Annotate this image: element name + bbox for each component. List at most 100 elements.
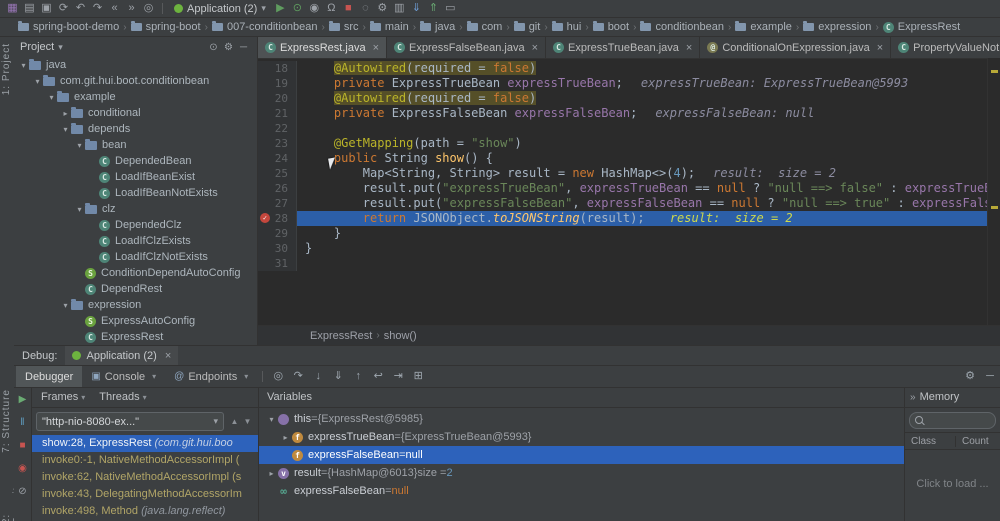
breadcrumb-item[interactable]: conditionbean <box>640 21 724 33</box>
step-over-icon[interactable]: ↷ <box>288 366 308 387</box>
breadcrumb-item[interactable]: java <box>420 21 455 33</box>
collapse-icon[interactable]: » <box>910 392 916 403</box>
tree-item[interactable]: ▸conditional <box>14 105 257 121</box>
pause-button[interactable]: ‖ <box>15 416 31 430</box>
hide-panel-icon[interactable]: ─ <box>236 42 251 53</box>
stop-button[interactable]: ■ <box>15 439 31 453</box>
code-text[interactable]: return JSONObject.toJSONString(result); … <box>297 211 1000 226</box>
frame-row[interactable]: show:28, ExpressRest (com.git.hui.boo <box>32 435 258 452</box>
profiler-icon[interactable]: Ω <box>323 0 340 17</box>
terminal-icon[interactable]: ▭ <box>442 0 459 17</box>
step-out-icon[interactable]: ↑ <box>348 366 368 387</box>
tree-item[interactable]: ▾bean <box>14 137 257 153</box>
code-text[interactable]: @Autowired(required = false) <box>297 91 1000 106</box>
tree-item[interactable]: CExpressRest <box>14 329 257 345</box>
warning-mark[interactable] <box>991 70 998 73</box>
settings-icon[interactable]: ⚙ <box>221 42 236 53</box>
debug-tab-endpoints[interactable]: @Endpoints▾ <box>165 366 257 387</box>
debug-tab-console[interactable]: ▣Console▾ <box>82 366 165 387</box>
code-area[interactable]: 18 @Autowired(required = false)19 privat… <box>258 58 1000 326</box>
vcs-push-icon[interactable]: ⇑ <box>425 0 442 17</box>
breadcrumb-item[interactable]: src <box>329 21 359 33</box>
tree-item[interactable]: ▾expression <box>14 297 257 313</box>
next-frame-icon[interactable]: ▼ <box>241 417 254 426</box>
undo-icon[interactable]: ↶ <box>72 0 89 17</box>
code-text[interactable]: } <box>297 226 1000 241</box>
evaluate-expression-icon[interactable]: ⊞ <box>408 366 428 387</box>
tree-toggle-icon[interactable]: ▾ <box>18 61 29 70</box>
thread-selector[interactable]: "http-nio-8080-ex..." ▾ <box>36 412 224 431</box>
chevron-down-icon[interactable]: ▾ <box>58 42 63 53</box>
tree-item[interactable]: CDependedClz <box>14 217 257 233</box>
close-icon[interactable]: × <box>373 42 379 54</box>
tool-window-button-project[interactable]: 1: Project <box>1 43 12 95</box>
open-icon[interactable]: ▤ <box>21 0 38 17</box>
code-text[interactable]: @Autowired(required = false) <box>297 61 1000 76</box>
tree-item[interactable]: ▾depends <box>14 121 257 137</box>
code-text[interactable]: @GetMapping(path = "show") <box>297 136 1000 151</box>
editor-breadcrumb-item[interactable]: show() <box>384 330 417 342</box>
editor-tab[interactable]: CExpressRest.java× <box>258 37 387 58</box>
tree-toggle-icon[interactable]: ▾ <box>74 205 85 214</box>
variable-row[interactable]: fexpressFalseBean = null <box>259 446 904 464</box>
breadcrumb-item[interactable]: hui <box>552 21 582 33</box>
editor-breadcrumb-item[interactable]: ExpressRest <box>310 330 372 342</box>
vcs-update-icon[interactable]: ⇓ <box>408 0 425 17</box>
step-into-icon[interactable]: ↓ <box>308 366 328 387</box>
close-icon[interactable]: × <box>686 42 692 54</box>
debug-tab-debugger[interactable]: Debugger <box>16 366 82 387</box>
view-breakpoints-button[interactable]: ◉ <box>15 462 31 476</box>
tree-item[interactable]: ▾java <box>14 57 257 73</box>
error-stripe[interactable] <box>987 58 1000 326</box>
breadcrumb-item[interactable]: example <box>735 21 792 33</box>
settings-icon[interactable]: ⚙ <box>960 366 980 387</box>
code-text[interactable] <box>297 256 1000 271</box>
editor-tab[interactable]: CExpressFalseBean.java× <box>387 37 546 58</box>
editor-tab[interactable]: CPropertyValueNotExistBean.java× <box>891 37 1000 58</box>
code-text[interactable]: private ExpressTrueBean expressTrueBean;… <box>297 76 1000 91</box>
breadcrumb-item[interactable]: main <box>370 21 409 33</box>
run-icon[interactable]: ▶ <box>272 0 289 17</box>
tree-item[interactable]: SConditionDependAutoConfig <box>14 265 257 281</box>
show-execution-point-icon[interactable]: ◎ <box>268 366 288 387</box>
force-step-into-icon[interactable]: ⇓ <box>328 366 348 387</box>
memory-search-input[interactable] <box>909 412 996 429</box>
tree-toggle-icon[interactable]: ▾ <box>265 415 278 424</box>
frame-row[interactable]: invoke:498, Method (java.lang.reflect) <box>32 503 258 520</box>
close-icon[interactable]: × <box>532 42 538 54</box>
save-all-icon[interactable]: ▣ <box>38 0 55 17</box>
warning-mark[interactable] <box>991 206 998 209</box>
debug-icon[interactable]: ⊙ <box>289 0 306 17</box>
tree-item[interactable]: CLoadIfClzNotExists <box>14 249 257 265</box>
tree-item[interactable]: ▾example <box>14 89 257 105</box>
variable-row[interactable]: ∞expressFalseBean = null <box>259 482 904 500</box>
breadcrumb-item[interactable]: com <box>467 21 503 33</box>
code-text[interactable]: result.put("expressTrueBean", expressTru… <box>297 181 1000 196</box>
tree-item[interactable]: SExpressAutoConfig <box>14 313 257 329</box>
memory-empty-hint[interactable]: Click to load ... <box>916 478 988 490</box>
variable-row[interactable]: ▸vresult = {HashMap@6013} size = 2 <box>259 464 904 482</box>
close-icon[interactable]: × <box>877 42 883 54</box>
forward-icon[interactable]: » <box>123 0 140 17</box>
tree-toggle-icon[interactable]: ▾ <box>60 301 71 310</box>
debug-session-tab[interactable]: Application (2) × <box>65 346 178 365</box>
project-structure-icon[interactable]: ▥ <box>391 0 408 17</box>
editor-tab[interactable]: @ConditionalOnExpression.java× <box>700 37 891 58</box>
breadcrumb-item[interactable]: git <box>514 21 541 33</box>
breadcrumb-item[interactable]: CExpressRest <box>883 21 960 33</box>
hide-icon[interactable]: ─ <box>980 366 1000 387</box>
mute-breakpoints-button[interactable]: ⊘ <box>15 485 31 499</box>
settings-icon[interactable]: ⚙ <box>374 0 391 17</box>
frame-row[interactable]: invoke:43, DelegatingMethodAccessorIm <box>32 486 258 503</box>
code-text[interactable]: private ExpressFalseBean expressFalseBea… <box>297 106 1000 121</box>
tree-toggle-icon[interactable]: ▾ <box>46 93 57 102</box>
memory-column-header[interactable]: Count <box>955 436 1000 447</box>
code-text[interactable]: Map<String, String> result = new HashMap… <box>297 166 1000 181</box>
breadcrumb-item[interactable]: expression <box>803 21 871 33</box>
locate-file-icon[interactable]: ⊙ <box>206 42 221 53</box>
stop-icon[interactable]: ■ <box>340 0 357 17</box>
frames-view-tab[interactable]: Frames▾ <box>41 391 85 403</box>
frame-row[interactable]: invoke0:-1, NativeMethodAccessorImpl ( <box>32 452 258 469</box>
breadcrumb-item[interactable]: 007-conditionbean <box>212 21 318 33</box>
code-text[interactable]: } <box>297 241 1000 256</box>
